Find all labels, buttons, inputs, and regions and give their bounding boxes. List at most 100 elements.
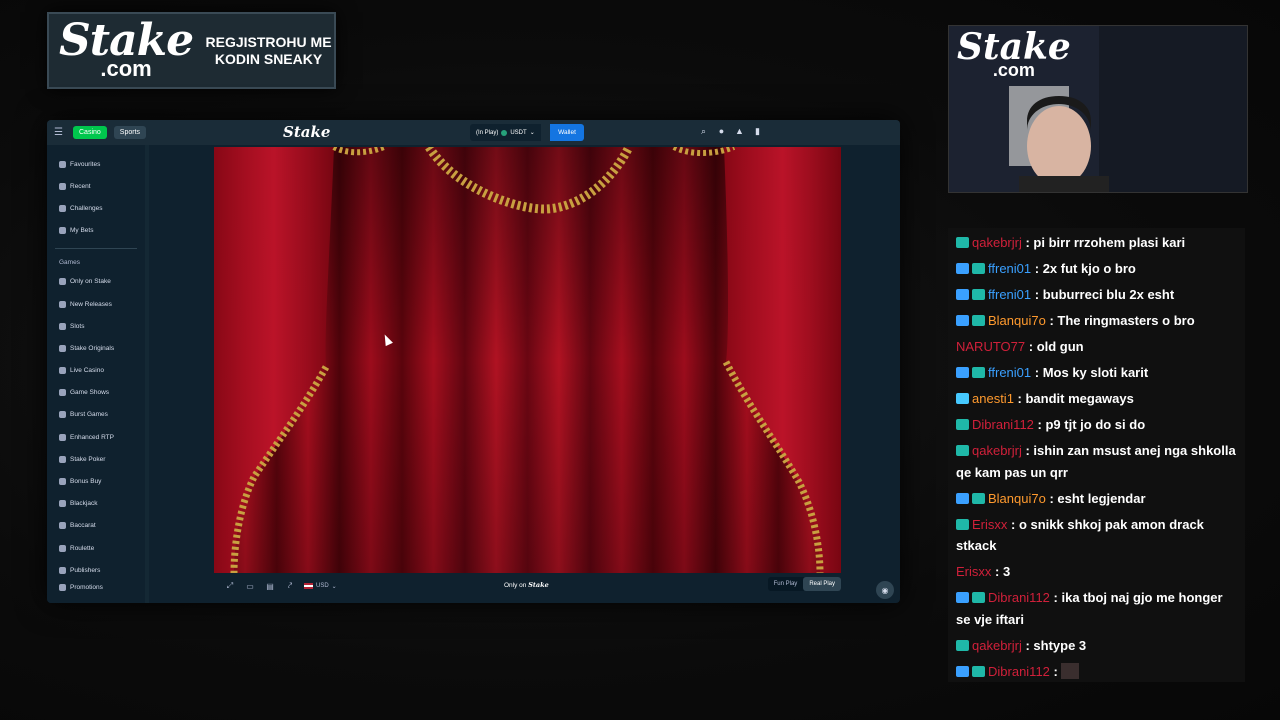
chat-badge-icon [956, 263, 969, 274]
hamburger-menu-icon[interactable]: ☰ [54, 127, 66, 138]
popout-icon[interactable]: ⤤ [280, 581, 300, 591]
chat-username[interactable]: qakebrjrj [972, 235, 1022, 250]
chat-username[interactable]: anesti1 [972, 391, 1014, 406]
sidebar-toggle-icon[interactable]: ▮ [753, 126, 762, 137]
chat-separator: : [1007, 516, 1019, 532]
sidebar-item-favourites[interactable]: Favourites [47, 153, 145, 175]
sidebar-item-baccarat[interactable]: Baccarat [47, 515, 145, 537]
sidebar-item-my-bets[interactable]: My Bets [47, 220, 145, 242]
bell-icon[interactable]: ▲ [735, 126, 744, 137]
slots-icon [59, 322, 66, 330]
live-icon [59, 367, 66, 375]
chat-message: Blanqui7o : esht legjendar [956, 488, 1237, 510]
chat-badge-icon [956, 393, 969, 404]
sidebar-item-game-shows[interactable]: Game Shows [47, 382, 145, 404]
baccarat-icon [59, 522, 66, 530]
sidebar-item-stake-originals[interactable]: Stake Originals [47, 337, 145, 359]
chat-badge-icon [972, 367, 985, 378]
live-support-icon[interactable]: ◉ [876, 581, 894, 599]
stake-browser-window: ☰ Casino Sports Stake (In Play) USDT ⌄ W… [47, 120, 900, 603]
chat-username[interactable]: Erisxx [956, 564, 991, 579]
chat-username[interactable]: Blanqui7o [988, 491, 1046, 506]
sidebar-item-label: Only on Stake [70, 278, 111, 286]
sidebar-item-label: Favourites [70, 160, 101, 168]
chat-username[interactable]: Erisxx [972, 517, 1007, 532]
top-icons: ⌕ ● ▲ ▮ [699, 126, 762, 137]
chat-username[interactable]: ffreni01 [988, 365, 1031, 380]
sidebar-games-heading: Games [59, 259, 80, 267]
balance-selector[interactable]: (In Play) USDT ⌄ [470, 124, 541, 141]
chat-text: pi birr rrzohem plasi kari [1033, 235, 1186, 250]
user-icon[interactable]: ● [717, 126, 726, 137]
sidebar-item-publishers[interactable]: Publishers [47, 559, 145, 581]
chat-text: 3 [1002, 564, 1011, 579]
wallet-button[interactable]: Wallet [550, 124, 584, 141]
sidebar-item-stake-poker[interactable]: Stake Poker [47, 448, 145, 470]
chat-text: 2x fut kjo o bro [1042, 261, 1136, 276]
chat-message: NARUTO77 : old gun [956, 336, 1237, 358]
chat-separator: : [1031, 287, 1043, 302]
casino-tab[interactable]: Casino [73, 126, 107, 139]
theater-curtain-image [214, 147, 841, 573]
publishers-icon [59, 566, 66, 574]
balance-label: (In Play) [476, 129, 499, 136]
sidebar-item-new-releases[interactable]: New Releases [47, 293, 145, 315]
only-on-stake-label: Only on Stake [504, 581, 549, 589]
game-canvas[interactable] [214, 147, 841, 573]
sidebar-item-slots[interactable]: Slots [47, 315, 145, 337]
sidebar-item-burst-games[interactable]: Burst Games [47, 404, 145, 426]
sidebar-item-promotions[interactable]: Promotions [47, 581, 145, 592]
sidebar-item-roulette[interactable]: Roulette [47, 537, 145, 559]
chat-username[interactable]: Dibrani112 [988, 664, 1050, 679]
chat-emote-icon [1061, 662, 1080, 679]
sidebar-item-label: Blackjack [70, 500, 98, 508]
sidebar-item-label: Bonus Buy [70, 478, 102, 486]
currency-selector[interactable]: USD ⌄ [304, 583, 337, 590]
sidebar-item-blackjack[interactable]: Blackjack [47, 493, 145, 515]
chat-text: The ringmasters o bro [1057, 313, 1195, 328]
sidebar-item-enhanced-rtp[interactable]: Enhanced RTP [47, 426, 145, 448]
theatre-mode-icon[interactable]: ▭ [240, 582, 260, 591]
chat-message: ffreni01 : Mos ky sloti karit [956, 362, 1237, 384]
webcam-frame: Stake .com [948, 25, 1248, 193]
chat-username[interactable]: Dibrani112 [988, 590, 1050, 605]
bonus-icon [59, 478, 66, 486]
sports-tab[interactable]: Sports [113, 126, 147, 139]
chat-message: Erisxx : o snikk shkoj pak amon drack st… [956, 514, 1237, 557]
balance-currency: USDT [510, 129, 527, 136]
chat-username[interactable]: qakebrjrj [972, 443, 1022, 458]
chat-text: buburreci blu 2x esht [1042, 287, 1175, 302]
cam-stake-logo: Stake .com [957, 29, 1071, 79]
chat-username[interactable]: qakebrjrj [972, 638, 1022, 653]
us-flag-icon [304, 583, 313, 589]
search-icon[interactable]: ⌕ [699, 126, 708, 137]
chevron-down-icon: ⌄ [529, 130, 535, 136]
chat-username[interactable]: ffreni01 [988, 261, 1031, 276]
sidebar-item-recent[interactable]: Recent [47, 175, 145, 197]
chat-username[interactable]: NARUTO77 [956, 339, 1025, 354]
sidebar-item-label: Promotions [70, 584, 103, 592]
chat-badge-icon [956, 315, 969, 326]
sidebar-item-label: Game Shows [70, 389, 110, 397]
sidebar-item-challenges[interactable]: Challenges [47, 197, 145, 219]
brand-logo[interactable]: Stake [283, 123, 330, 141]
chat-username[interactable]: ffreni01 [988, 287, 1031, 302]
chat-message: ffreni01 : buburreci blu 2x esht [956, 284, 1237, 306]
chat-username[interactable]: Blanqui7o [988, 313, 1046, 328]
chat-username[interactable]: Dibrani112 [972, 417, 1034, 432]
real-play-button[interactable]: Real Play [803, 577, 841, 591]
chat-message: qakebrjrj : pi birr rrzohem plasi kari [956, 232, 1237, 254]
sidebar-item-bonus-buy[interactable]: Bonus Buy [47, 470, 145, 492]
sidebar-item-live-casino[interactable]: Live Casino [47, 360, 145, 382]
stream-overlay: Stake .com REGJISTROHU ME KODIN SNEAKY ☰… [0, 0, 1280, 720]
stats-icon[interactable]: ▤ [260, 582, 280, 591]
chat-badge-icon [972, 289, 985, 300]
sidebar-item-label: New Releases [70, 300, 112, 308]
fun-play-button[interactable]: Fun Play [768, 577, 804, 591]
fullscreen-icon[interactable]: ⤢ [220, 581, 240, 591]
chat-separator: : [1031, 261, 1043, 276]
sidebar: Favourites Recent Challenges My Bets Gam… [47, 145, 145, 603]
chat-message: qakebrjrj : ishin zan msust anej nga shk… [956, 440, 1237, 483]
sidebar-item-only-on-stake[interactable]: Only on Stake [47, 271, 145, 293]
chat-badge-icon [956, 237, 969, 248]
